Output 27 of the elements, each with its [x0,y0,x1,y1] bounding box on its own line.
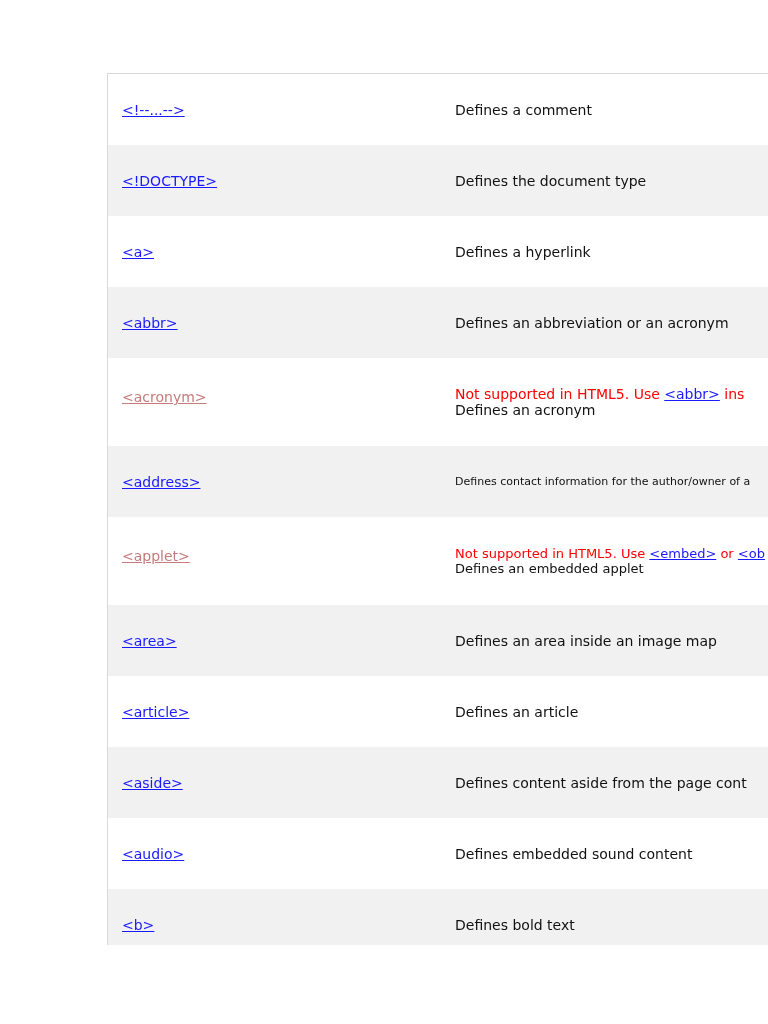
tag-description: Defines the document type [455,172,648,189]
tag-link[interactable]: <!DOCTYPE> [122,172,218,189]
tag-link[interactable]: <b> [122,916,155,933]
tag-link[interactable]: <ob [737,546,765,561]
tag-link[interactable]: <area> [122,632,177,649]
tag-link[interactable]: <embed> [649,546,717,561]
tag-link[interactable]: <aside> [122,774,183,791]
tag-description: Defines an area inside an image map [455,632,718,649]
tag-description: Defines a comment [455,101,593,118]
tag-description: Defines bold text [455,916,576,933]
tag-description: Defines an embedded applet [455,561,645,576]
not-supported-note: Not supported in HTML5. Use <abbr> ins [455,386,746,402]
tag-link[interactable]: <address> [122,473,201,490]
tag-link[interactable]: <article> [122,703,190,720]
tag-link[interactable]: <audio> [122,845,185,862]
tag-link[interactable]: <!--...--> [122,101,185,118]
tag-link[interactable]: <abbr> [122,314,178,331]
tag-description: Defines an abbreviation or an acronym [455,314,730,331]
tag-link[interactable]: <a> [122,243,155,260]
tag-description: Defines a hyperlink [455,243,592,260]
tag-description: Defines contact information for the author/owner of a [455,475,752,488]
not-supported-note: Not supported in HTML5. Use <embed> or <ob [455,546,766,561]
tag-link[interactable]: <abbr> [664,386,720,402]
tag-description: Defines embedded sound content [455,845,694,862]
tag-description: Defines an article [455,703,580,720]
tag-description: Defines content aside from the page cont [455,774,748,791]
tag-description: Defines an acronym [455,402,597,418]
